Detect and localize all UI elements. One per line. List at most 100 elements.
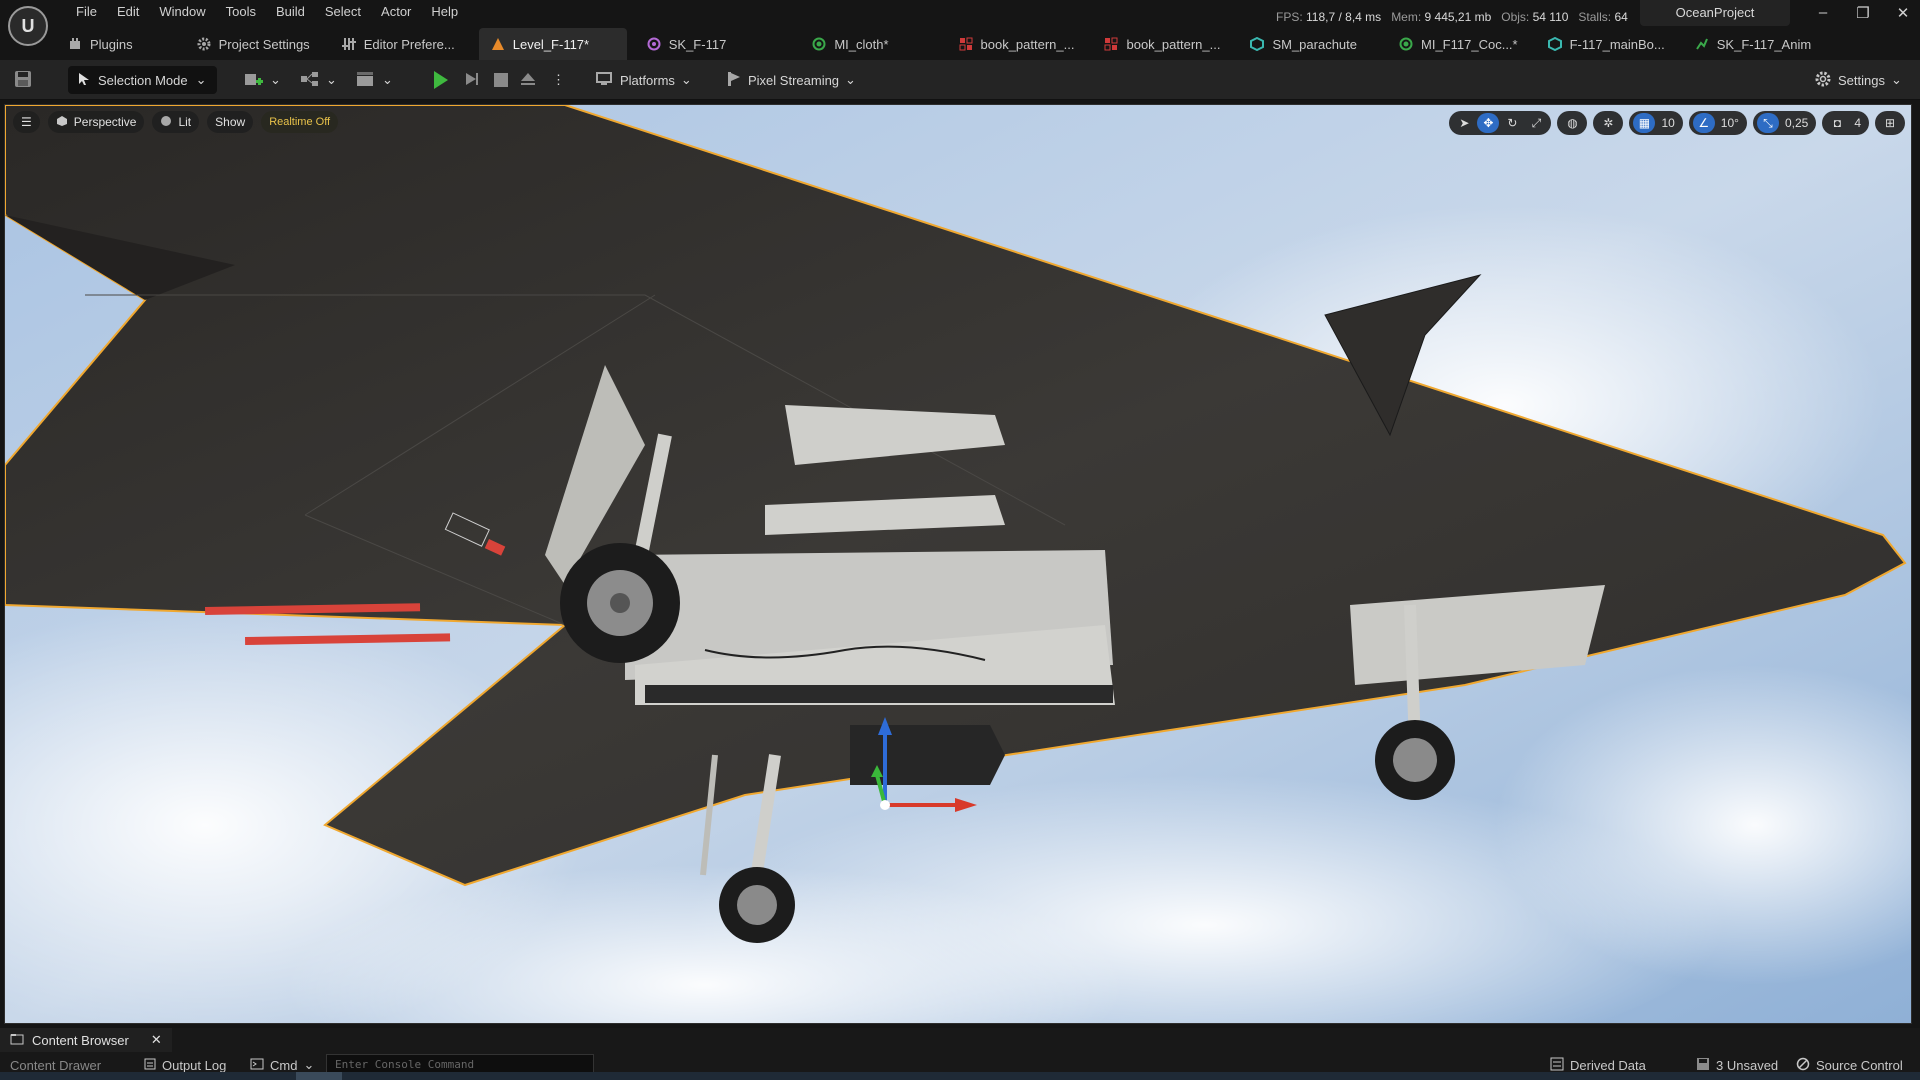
close-icon[interactable]: ✕: [151, 1032, 162, 1048]
pixel-streaming-label: Pixel Streaming: [748, 72, 840, 88]
scale-snap-icon[interactable]: ⤡: [1756, 113, 1779, 133]
stop-button[interactable]: [494, 66, 508, 94]
chevron-down-icon: ⌄: [326, 72, 337, 87]
chevron-down-icon: ⌄: [845, 72, 856, 87]
tab-project-settings[interactable]: Project Settings: [185, 28, 322, 60]
menu-actor[interactable]: Actor: [371, 3, 421, 20]
tab-level-f117[interactable]: Level_F-117*: [478, 28, 627, 60]
static-mesh-icon: [1547, 36, 1562, 52]
scale-snap-value[interactable]: 0,25: [1781, 113, 1812, 133]
show-button[interactable]: Show: [207, 111, 254, 133]
animation-icon: [1695, 37, 1709, 51]
menu-select[interactable]: Select: [315, 3, 371, 20]
menu-tools[interactable]: Tools: [216, 3, 266, 20]
fps-label: FPS:: [1276, 10, 1303, 24]
camera-speed-value[interactable]: 4: [1850, 113, 1865, 133]
tab-label: SK_F-117: [668, 36, 727, 52]
perspective-button[interactable]: Perspective: [47, 111, 145, 133]
content-browser-label: Content Browser: [32, 1032, 129, 1048]
rotation-snap-value[interactable]: 10°: [1717, 113, 1743, 133]
cursor-icon: [78, 72, 90, 89]
move-tool-icon[interactable]: ✥: [1477, 113, 1500, 133]
grid-snap-value[interactable]: 10: [1657, 113, 1678, 133]
menu-build[interactable]: Build: [266, 3, 315, 20]
tab-label: Project Settings: [218, 36, 310, 52]
platforms-icon: [596, 71, 614, 90]
transform-tools-group: ➤ ✥ ↻ ⤢: [1449, 111, 1552, 135]
show-label: Show: [215, 115, 246, 129]
tab-book-pattern-2[interactable]: book_pattern_...: [1092, 28, 1232, 60]
select-tool-icon[interactable]: ➤: [1453, 113, 1475, 133]
mem-value: 9 445,21 mb: [1424, 10, 1492, 24]
pixel-streaming-dropdown[interactable]: Pixel Streaming ⌄: [726, 66, 856, 94]
content-browser-tab[interactable]: Content Browser ✕: [0, 1028, 172, 1052]
output-log-icon: [144, 1058, 156, 1073]
minimize-icon[interactable]: –: [1814, 4, 1832, 22]
selection-mode-dropdown[interactable]: Selection Mode ⌄: [68, 66, 217, 94]
menu-window[interactable]: Window: [149, 3, 215, 20]
plugin-icon: [68, 37, 82, 51]
chevron-down-icon: ⌄: [195, 72, 207, 87]
tab-sm-parachute[interactable]: SM_parachute: [1238, 28, 1369, 60]
tab-sk-f117[interactable]: SK_F-117: [635, 28, 739, 60]
surface-snap-icon[interactable]: ✲: [1597, 113, 1619, 133]
level-viewport[interactable]: ☰ Perspective Lit Show Realtime Off ➤ ✥ …: [4, 104, 1912, 1024]
tab-label: book_pattern_...: [980, 36, 1075, 52]
viewport-scene[interactable]: [5, 105, 1912, 1024]
tab-mi-f117-coc[interactable]: MI_F117_Coc...*: [1387, 28, 1530, 60]
selection-mode-label: Selection Mode: [98, 72, 188, 88]
save-button[interactable]: [14, 66, 32, 94]
skip-frame-button[interactable]: [464, 66, 480, 94]
texture-icon: [1104, 37, 1118, 51]
unreal-logo-icon[interactable]: U: [8, 6, 48, 46]
cinematics-button[interactable]: ⌄: [356, 66, 393, 94]
realtime-off-badge[interactable]: Realtime Off: [261, 111, 339, 133]
viewport-left-toolbar: ☰ Perspective Lit Show Realtime Off: [13, 111, 339, 133]
tab-f117-mainbody[interactable]: F-117_mainBo...: [1536, 28, 1677, 60]
tab-book-pattern-1[interactable]: book_pattern_...: [947, 28, 1087, 60]
tab-sk-f117-anim[interactable]: SK_F-117_Anim: [1683, 28, 1823, 60]
lit-sphere-icon: [160, 115, 172, 130]
globe-icon[interactable]: ◍: [1561, 113, 1583, 133]
skeleton-icon: [647, 37, 661, 51]
play-button[interactable]: [434, 66, 448, 94]
lit-button[interactable]: Lit: [152, 111, 200, 133]
close-icon[interactable]: ✕: [1894, 4, 1912, 22]
platforms-dropdown[interactable]: Platforms ⌄: [596, 66, 692, 94]
world-local-toggle: ◍: [1557, 111, 1588, 135]
menu-help[interactable]: Help: [421, 3, 468, 20]
viewport-right-toolbar: ➤ ✥ ↻ ⤢ ◍ ✲ ▦ 10 ∠ 10° ⤡ 0,25 ◘ 4 ⊞: [1449, 111, 1905, 135]
grid-snap-icon[interactable]: ▦: [1633, 113, 1656, 133]
viewport-options-button[interactable]: ☰: [13, 111, 40, 133]
angle-snap-icon[interactable]: ∠: [1692, 113, 1715, 133]
tab-editor-preferences[interactable]: Editor Prefere...: [330, 28, 467, 60]
objs-stat: Objs: 54 110: [1501, 10, 1568, 24]
scale-tool-icon[interactable]: ⤢: [1525, 113, 1547, 133]
add-actor-icon: [244, 70, 264, 91]
settings-dropdown[interactable]: Settings ⌄: [1814, 66, 1902, 94]
tab-plugins[interactable]: Plugins: [56, 28, 145, 60]
add-actor-button[interactable]: ⌄: [244, 66, 281, 94]
chevron-down-icon: ⌄: [382, 72, 393, 87]
objs-label: Objs:: [1501, 10, 1530, 24]
tab-label: MI_cloth*: [834, 36, 889, 52]
eject-button[interactable]: [520, 66, 536, 94]
rotate-tool-icon[interactable]: ↻: [1501, 113, 1523, 133]
editor-tab-bar: Plugins Project Settings Editor Prefere.…: [56, 28, 1823, 60]
blueprint-button[interactable]: ⌄: [300, 66, 337, 94]
play-options-button[interactable]: ⋮: [552, 66, 565, 94]
menu-edit[interactable]: Edit: [107, 3, 149, 20]
chevron-down-icon: ⌄: [270, 72, 281, 87]
tab-label: SK_F-117_Anim: [1716, 36, 1812, 52]
restore-icon[interactable]: ❐: [1854, 4, 1872, 22]
blueprint-icon: [300, 71, 320, 90]
layout-grid-icon[interactable]: ⊞: [1879, 113, 1901, 133]
source-control-label: Source Control: [1816, 1057, 1903, 1073]
tab-mi-cloth[interactable]: MI_cloth*: [800, 28, 900, 60]
platforms-label: Platforms: [620, 72, 675, 88]
project-name: OceanProject: [1640, 0, 1790, 26]
camera-icon[interactable]: ◘: [1826, 113, 1848, 133]
realtime-label: Realtime Off: [269, 116, 331, 128]
menu-file[interactable]: File: [66, 3, 107, 20]
chevron-down-icon: ⌄: [680, 72, 692, 87]
